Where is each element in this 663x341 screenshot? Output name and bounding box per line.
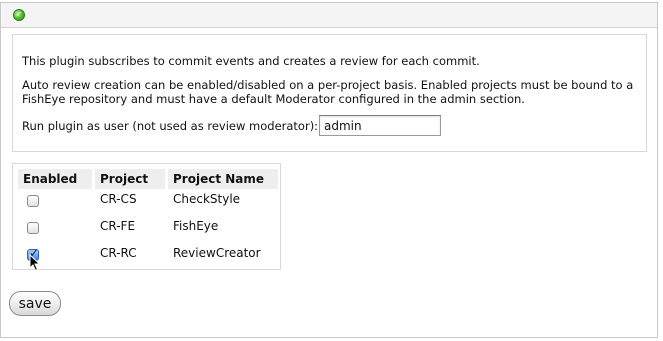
project-key-cr-rc: CR-RC [100, 246, 137, 260]
project-key-cr-fe: CR-FE [100, 219, 136, 233]
project-name-cr-cs: CheckStyle [173, 192, 241, 206]
project-name-cr-rc: ReviewCreator [173, 246, 261, 260]
projects-table: Enabled Project Project Name CR-CS Check… [12, 163, 281, 270]
auto-review-text-line-2: FishEye repository and must have a defau… [22, 92, 525, 106]
save-button[interactable]: save [9, 291, 61, 316]
project-name-cr-fe: FishEye [173, 219, 219, 233]
column-header-enabled: Enabled [18, 169, 92, 189]
project-key-cr-cs: CR-CS [100, 192, 137, 206]
run-as-user-input[interactable] [319, 115, 441, 136]
auto-review-text-line-1: Auto review creation can be enabled/disa… [22, 78, 634, 92]
column-header-project-name: Project Name [168, 169, 278, 189]
plugin-info-box: This plugin subscribes to commit events … [12, 34, 647, 152]
status-ok-icon: ✓ [13, 9, 25, 21]
intro-text: This plugin subscribes to commit events … [22, 54, 480, 68]
panel-header: ✓ [1, 3, 657, 28]
run-as-label: Run plugin as user (not used as review m… [22, 119, 319, 133]
enable-checkbox-cr-cs[interactable] [27, 195, 39, 207]
mouse-pointer-icon [29, 254, 41, 272]
enable-checkbox-cr-fe[interactable] [27, 222, 39, 234]
column-header-project: Project [95, 169, 165, 189]
